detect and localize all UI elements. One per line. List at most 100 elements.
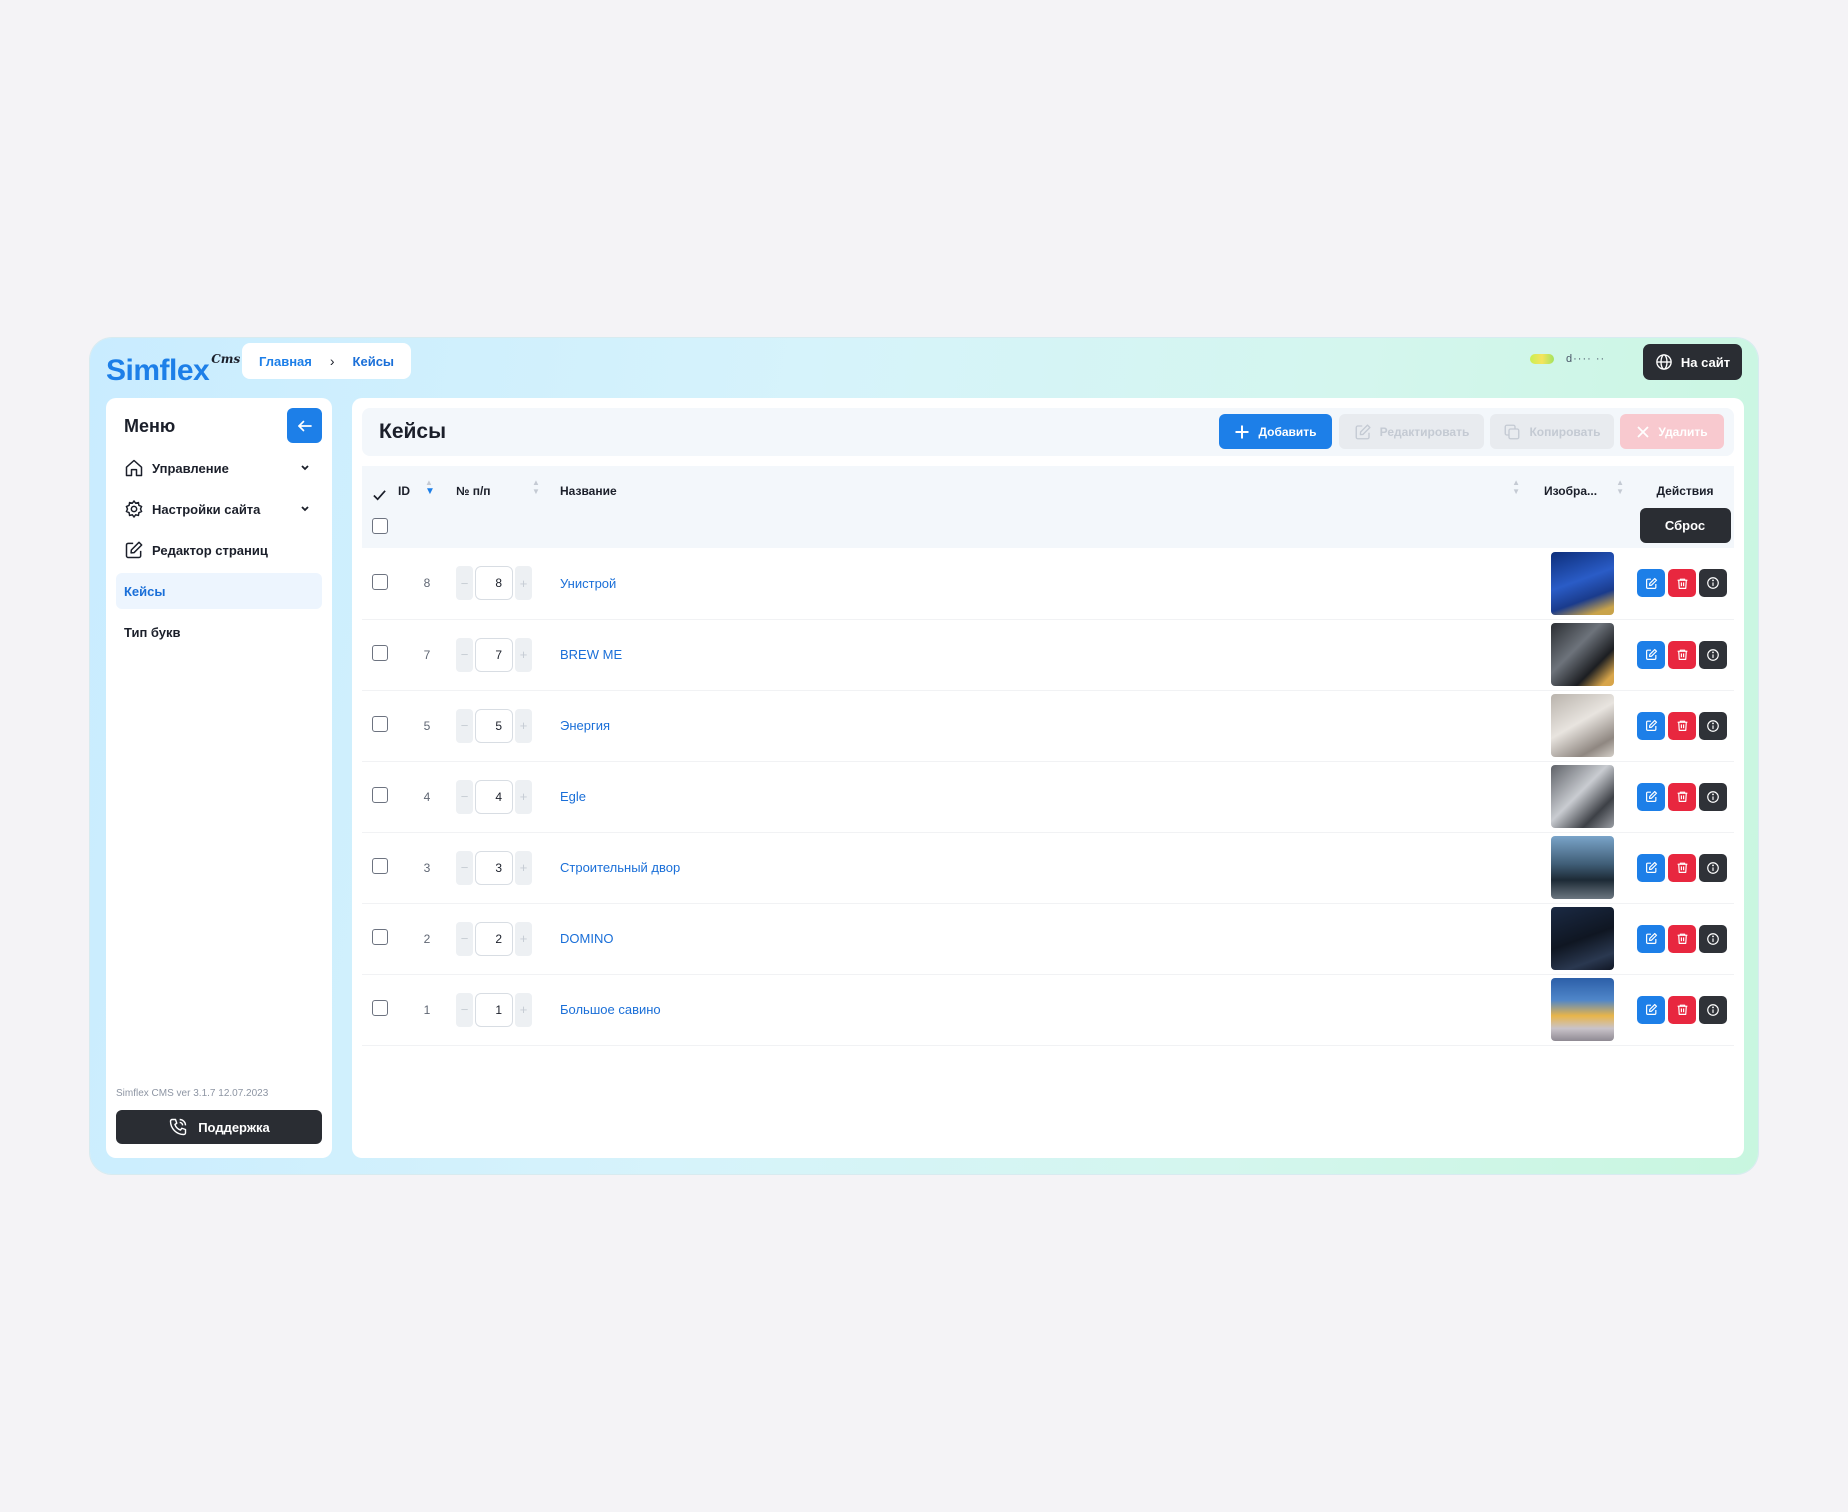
table-row[interactable]: 4 − 4 + Egle (362, 761, 1734, 832)
order-stepper[interactable]: − 8 + (456, 566, 560, 601)
egle-photo[interactable] (1550, 765, 1614, 828)
increment-button[interactable]: + (515, 779, 532, 814)
row-delete-button[interactable] (1668, 853, 1696, 882)
increment-button[interactable]: + (515, 566, 532, 601)
energy-photo[interactable] (1550, 694, 1614, 757)
decrement-button[interactable]: − (456, 921, 473, 956)
row-edit-button[interactable] (1637, 995, 1665, 1024)
user-menu[interactable]: d···· ·· (1530, 344, 1620, 374)
row-info-button[interactable] (1699, 569, 1727, 598)
breadcrumb-current[interactable]: Кейсы (353, 354, 395, 369)
sidebar-item-management[interactable]: Управление (116, 450, 322, 486)
table-row[interactable]: 5 − 5 + Энергия (362, 690, 1734, 761)
delete-button[interactable]: Удалить (1620, 414, 1724, 449)
row-checkbox[interactable] (372, 787, 388, 803)
sidebar-item-cases[interactable]: Кейсы (116, 573, 322, 609)
edit-button[interactable]: Редактировать (1339, 414, 1484, 449)
order-input[interactable]: 7 (475, 637, 513, 672)
table-row[interactable]: 1 − 1 + Большое савино (362, 974, 1734, 1045)
decrement-button[interactable]: − (456, 708, 473, 743)
order-input[interactable]: 2 (475, 921, 513, 956)
sort-icon[interactable]: ▲ ▼ (1512, 478, 1520, 496)
row-edit-button[interactable] (1637, 640, 1665, 669)
brewme-photo[interactable] (1550, 623, 1614, 686)
table-row[interactable]: 7 − 7 + BREW ME (362, 619, 1734, 690)
row-info-button[interactable] (1699, 924, 1727, 953)
sidebar-item-page-editor[interactable]: Редактор страниц (116, 532, 322, 568)
row-delete-button[interactable] (1668, 782, 1696, 811)
increment-button[interactable]: + (515, 708, 532, 743)
reset-button[interactable]: Сброс (1639, 508, 1731, 543)
table-row[interactable]: 2 − 2 + DOMINO (362, 903, 1734, 974)
case-name-link[interactable]: BREW ME (560, 647, 622, 662)
copy-button[interactable]: Копировать (1490, 414, 1614, 449)
table-row[interactable]: 8 − 8 + Унистрой (362, 548, 1734, 619)
column-header-order[interactable]: № п/п ▲ ▼ (456, 466, 560, 548)
case-name-link[interactable]: Большое савино (560, 1002, 661, 1017)
row-checkbox[interactable] (372, 858, 388, 874)
row-info-button[interactable] (1699, 711, 1727, 740)
row-edit-button[interactable] (1637, 569, 1665, 598)
row-checkbox[interactable] (372, 1000, 388, 1016)
order-stepper[interactable]: − 1 + (456, 992, 560, 1027)
case-name-link[interactable]: Строительный двор (560, 860, 680, 875)
order-stepper[interactable]: − 2 + (456, 921, 560, 956)
savino-photo[interactable] (1550, 978, 1614, 1041)
order-input[interactable]: 8 (475, 566, 513, 601)
increment-button[interactable]: + (515, 637, 532, 672)
increment-button[interactable]: + (515, 921, 532, 956)
case-name-link[interactable]: Унистрой (560, 576, 616, 591)
order-stepper[interactable]: − 5 + (456, 708, 560, 743)
decrement-button[interactable]: − (456, 850, 473, 885)
row-edit-button[interactable] (1637, 711, 1665, 740)
decrement-button[interactable]: − (456, 992, 473, 1027)
sort-icon[interactable]: ▲ ▼ (1616, 478, 1624, 496)
row-delete-button[interactable] (1668, 924, 1696, 953)
stroydvor-photo[interactable] (1550, 836, 1614, 899)
order-stepper[interactable]: − 3 + (456, 850, 560, 885)
row-checkbox[interactable] (372, 573, 388, 590)
logo[interactable]: Simflex Cms (106, 346, 240, 386)
breadcrumb-home[interactable]: Главная (259, 354, 312, 369)
row-delete-button[interactable] (1668, 711, 1696, 740)
order-input[interactable]: 3 (475, 850, 513, 885)
select-all-checkbox[interactable] (372, 518, 388, 534)
row-edit-button[interactable] (1637, 782, 1665, 811)
case-name-link[interactable]: Egle (560, 789, 586, 804)
order-input[interactable]: 1 (475, 992, 513, 1027)
row-info-button[interactable] (1699, 640, 1727, 669)
unistroy-photo[interactable] (1550, 551, 1614, 615)
column-header-id[interactable]: ID ▲ ▼ (398, 466, 456, 548)
support-button[interactable]: Поддержка (116, 1110, 322, 1144)
row-edit-button[interactable] (1637, 924, 1665, 953)
domino-photo[interactable] (1550, 907, 1614, 970)
go-to-site-button[interactable]: На сайт (1643, 344, 1742, 380)
row-delete-button[interactable] (1668, 640, 1696, 669)
sidebar-item-site-settings[interactable]: Настройки сайта (116, 491, 322, 527)
order-input[interactable]: 4 (475, 779, 513, 814)
decrement-button[interactable]: − (456, 637, 473, 672)
table-row[interactable]: 3 − 3 + Строительный двор (362, 832, 1734, 903)
column-header-name[interactable]: Название ▲ ▼ (560, 466, 1534, 548)
order-input[interactable]: 5 (475, 708, 513, 743)
row-info-button[interactable] (1699, 782, 1727, 811)
case-name-link[interactable]: Энергия (560, 718, 610, 733)
increment-button[interactable]: + (515, 992, 532, 1027)
row-delete-button[interactable] (1668, 995, 1696, 1024)
decrement-button[interactable]: − (456, 566, 473, 601)
row-info-button[interactable] (1699, 853, 1727, 882)
order-stepper[interactable]: − 4 + (456, 779, 560, 814)
row-info-button[interactable] (1699, 995, 1727, 1024)
row-delete-button[interactable] (1668, 569, 1696, 598)
order-stepper[interactable]: − 7 + (456, 637, 560, 672)
add-button[interactable]: Добавить (1219, 414, 1332, 449)
row-checkbox[interactable] (372, 716, 388, 732)
case-name-link[interactable]: DOMINO (560, 931, 613, 946)
decrement-button[interactable]: − (456, 779, 473, 814)
collapse-sidebar-button[interactable] (287, 408, 322, 443)
row-edit-button[interactable] (1637, 853, 1665, 882)
increment-button[interactable]: + (515, 850, 532, 885)
sort-icon[interactable]: ▲ ▼ (532, 478, 540, 496)
row-checkbox[interactable] (372, 929, 388, 945)
row-checkbox[interactable] (372, 645, 388, 661)
